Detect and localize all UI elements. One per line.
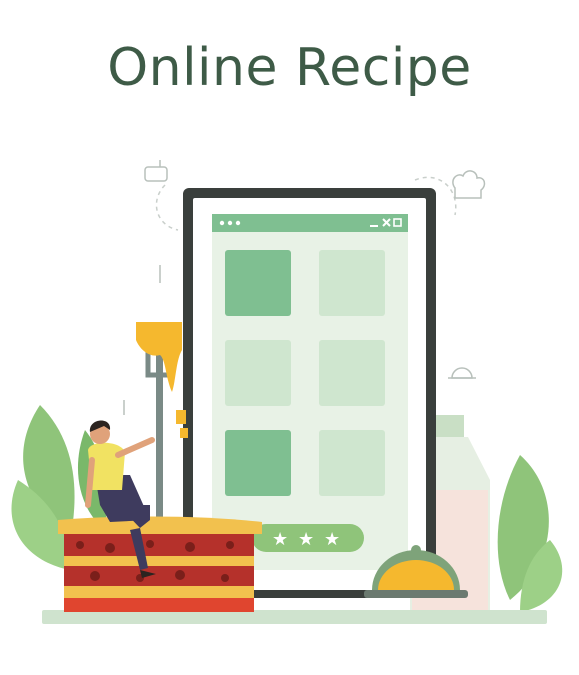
fork-with-cheese [136, 322, 188, 520]
recipe-tile[interactable] [225, 250, 291, 316]
recipe-tile[interactable] [319, 430, 385, 496]
leaves-right [497, 455, 563, 612]
cloche-icon [448, 367, 476, 379]
rating-pill[interactable]: ★ ★ ★ [252, 524, 364, 552]
star-icon: ★ [324, 529, 340, 550]
lasagna [58, 516, 262, 612]
recipe-tile[interactable] [225, 340, 291, 406]
star-icon: ★ [272, 529, 288, 550]
ground [42, 610, 547, 624]
whisk-icon [144, 160, 168, 182]
star-icon: ★ [298, 529, 314, 550]
recipe-app-illustration: ★ ★ ★ [11, 160, 563, 624]
recipe-tile[interactable] [225, 430, 291, 496]
menu-dots-icon[interactable] [219, 220, 241, 226]
recipe-tile[interactable] [319, 340, 385, 406]
chef-hat-icon [452, 170, 486, 199]
recipe-tile[interactable] [319, 250, 385, 316]
